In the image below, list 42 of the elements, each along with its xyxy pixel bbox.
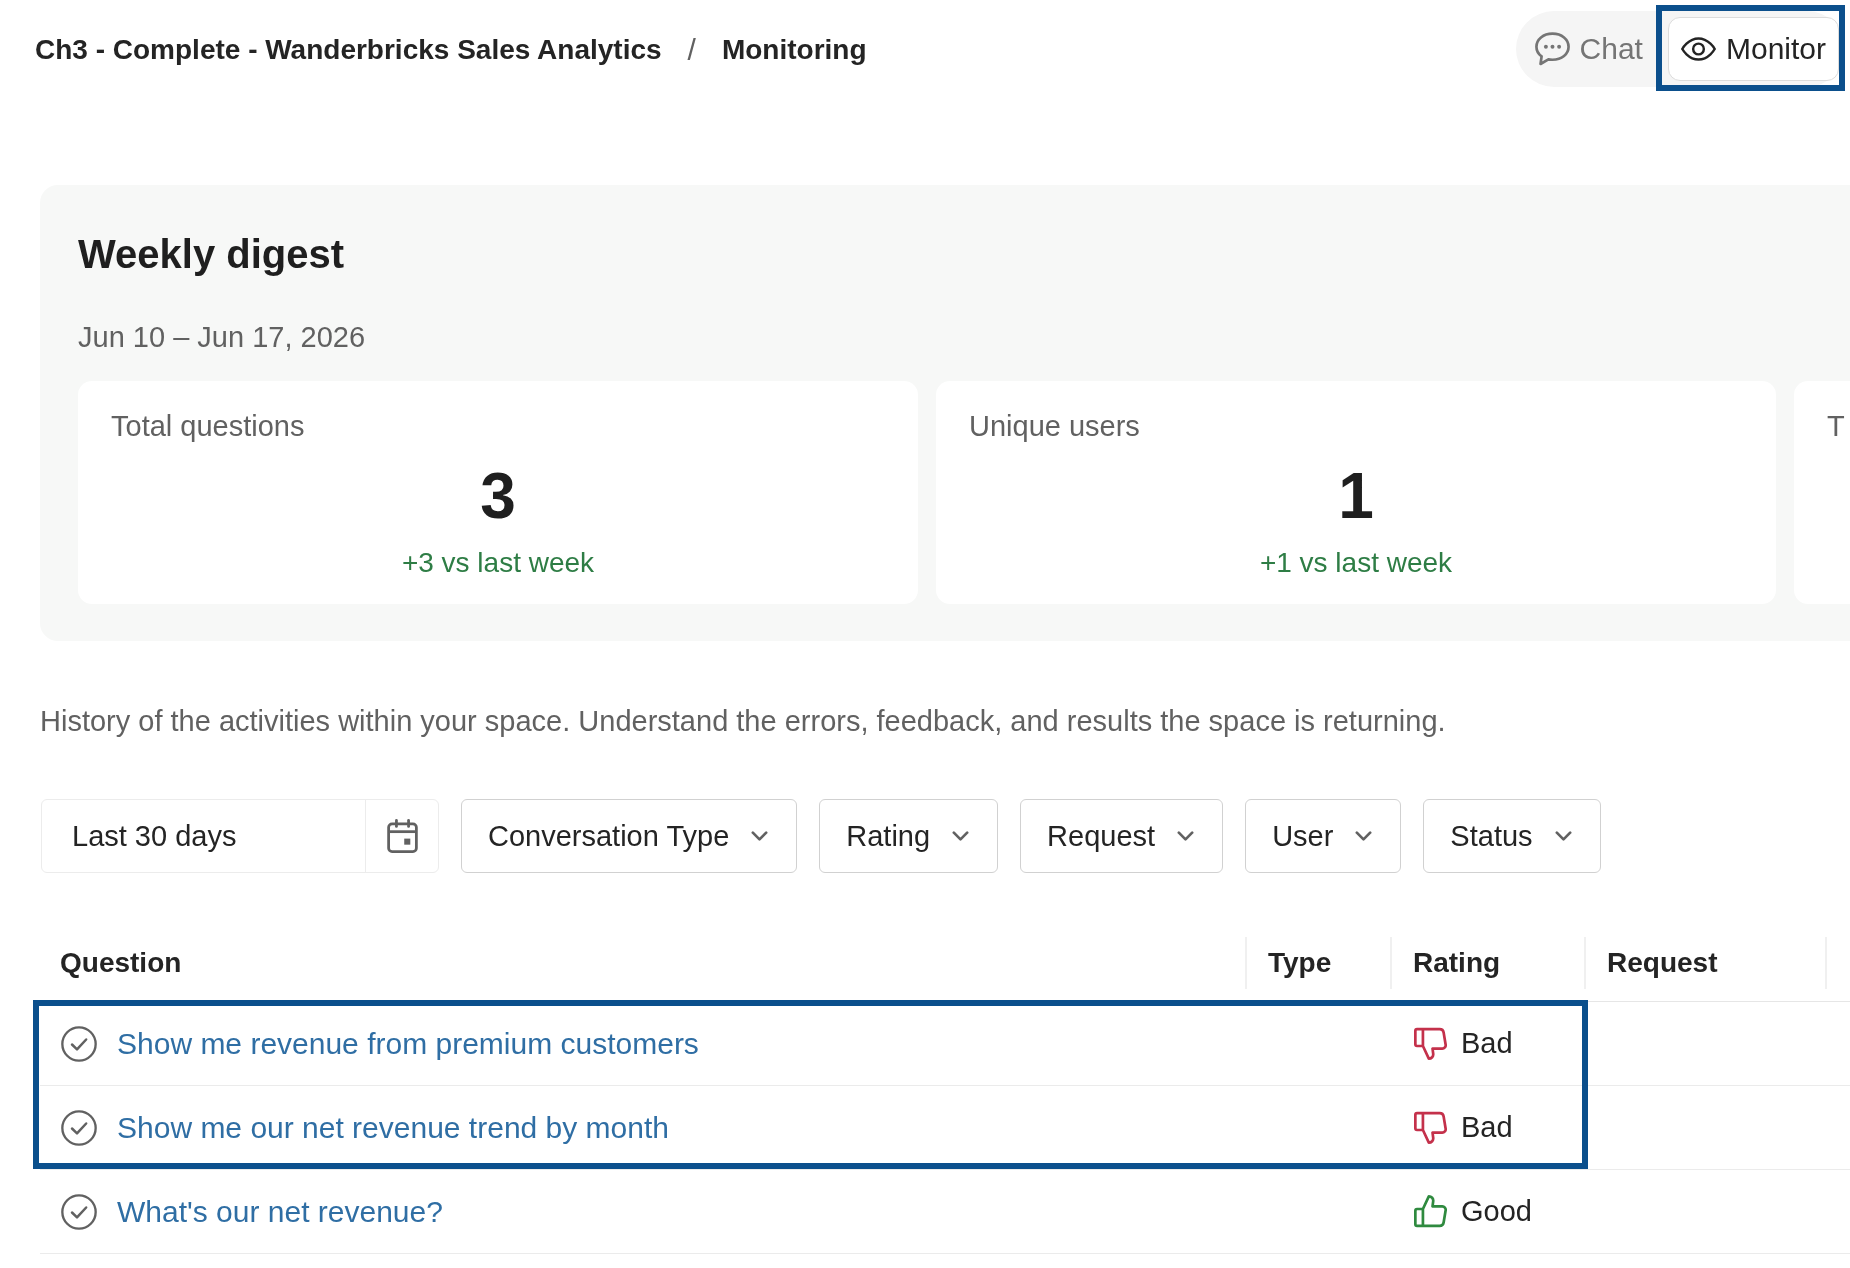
calendar-icon[interactable] xyxy=(386,819,418,853)
stat-value: 3 xyxy=(480,459,516,534)
question-link[interactable]: Show me revenue from premium customers xyxy=(117,1026,699,1061)
column-header: Question xyxy=(59,946,183,980)
digest-title: Weekly digest xyxy=(78,231,346,277)
description-text: History of the activities within your space. Understand the errors, feedback, and results the space is returning. xyxy=(40,704,1447,738)
question-link[interactable]: Show me our net revenue trend by month xyxy=(117,1110,669,1145)
eye-icon xyxy=(1680,37,1716,61)
filter-dropdown[interactable]: Request xyxy=(1020,799,1224,873)
filter-dropdown[interactable]: Conversation Type xyxy=(461,799,798,873)
rating-label: Bad xyxy=(1461,1111,1513,1144)
chevron-down-icon xyxy=(1355,831,1373,841)
filter-dropdown[interactable]: Rating xyxy=(819,799,999,873)
check-circle-icon xyxy=(61,1025,97,1062)
current-page-title: Monitoring xyxy=(721,34,867,66)
check-circle-icon xyxy=(61,1109,97,1146)
check-circle-icon xyxy=(61,1193,97,1230)
stat-change: +1 vs last week xyxy=(1259,546,1453,580)
chevron-down-icon xyxy=(952,831,970,841)
column-header: Type xyxy=(1245,937,1390,989)
stat-change: +3 vs last week xyxy=(401,546,595,580)
stat-value: 1 xyxy=(1338,459,1374,534)
stat-label: Total questions xyxy=(110,409,305,443)
breadcrumb-separator: / xyxy=(687,33,696,67)
chevron-down-icon xyxy=(751,831,769,841)
chevron-down-icon xyxy=(1554,831,1572,841)
speech-bubble-icon xyxy=(1534,32,1570,66)
monitor-tab[interactable]: Monitor xyxy=(1667,17,1839,81)
filter-dropdown[interactable]: Status xyxy=(1423,799,1601,873)
column-header: Rating xyxy=(1390,937,1584,989)
date-range: Jun 10 – Jun 17, 2026 xyxy=(78,320,366,354)
rating-label: Good xyxy=(1461,1195,1532,1228)
stat-label: Unique users xyxy=(968,409,1140,443)
question-link[interactable]: What's our net revenue? xyxy=(117,1194,443,1229)
rating-label: Bad xyxy=(1461,1027,1513,1060)
stat-label: T xyxy=(1826,409,1845,443)
chevron-down-icon xyxy=(1177,831,1195,841)
date-range-field[interactable]: Last 30 days xyxy=(41,799,439,873)
filter-dropdown[interactable]: User xyxy=(1245,799,1402,873)
chat-tab[interactable]: Chat xyxy=(1521,17,1656,81)
breadcrumb-link[interactable]: Ch3 - Complete - Wanderbricks Sales Analytics xyxy=(35,34,662,66)
column-header: Request xyxy=(1584,937,1825,989)
